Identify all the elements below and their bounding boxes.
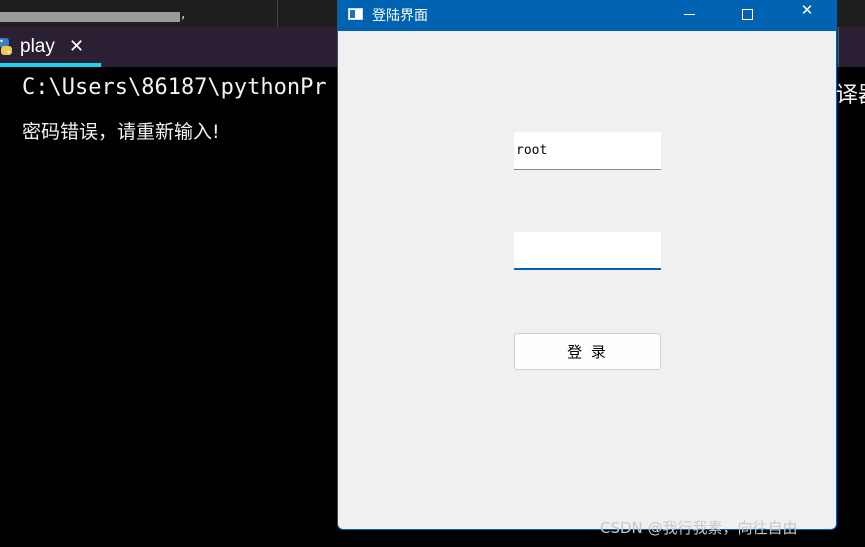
login-window: 登陆界面 ✕ 登 录 [337,0,837,530]
app-icon [348,8,363,20]
close-button[interactable]: ✕ [784,1,830,31]
redacted-path-bar [0,12,180,22]
python-icon [0,38,12,55]
close-icon: ✕ [800,1,814,19]
maximize-icon [742,9,753,20]
divider [277,0,278,27]
divider [838,27,839,67]
maximize-button[interactable] [724,1,770,31]
tab-play[interactable]: play ✕ [0,27,101,67]
password-input[interactable] [514,232,661,270]
close-icon[interactable]: ✕ [69,36,84,57]
username-input[interactable] [514,132,661,170]
watermark: CSDN @我行我素，向往自由 [600,519,798,537]
terminal-line-error: 密码错误，请重新输入! [22,121,220,143]
path-comma: , [181,6,186,22]
terminal-line-path: C:\Users\86187\pythonPr [22,75,327,100]
terminal-line-fragment: 译器 [836,83,865,108]
minimize-button[interactable] [666,1,712,31]
window-titlebar[interactable]: 登陆界面 ✕ [338,1,836,31]
tab-label: play [20,36,55,57]
login-button[interactable]: 登 录 [514,333,661,370]
minimize-icon [684,14,695,15]
window-title: 登陆界面 [372,8,428,24]
